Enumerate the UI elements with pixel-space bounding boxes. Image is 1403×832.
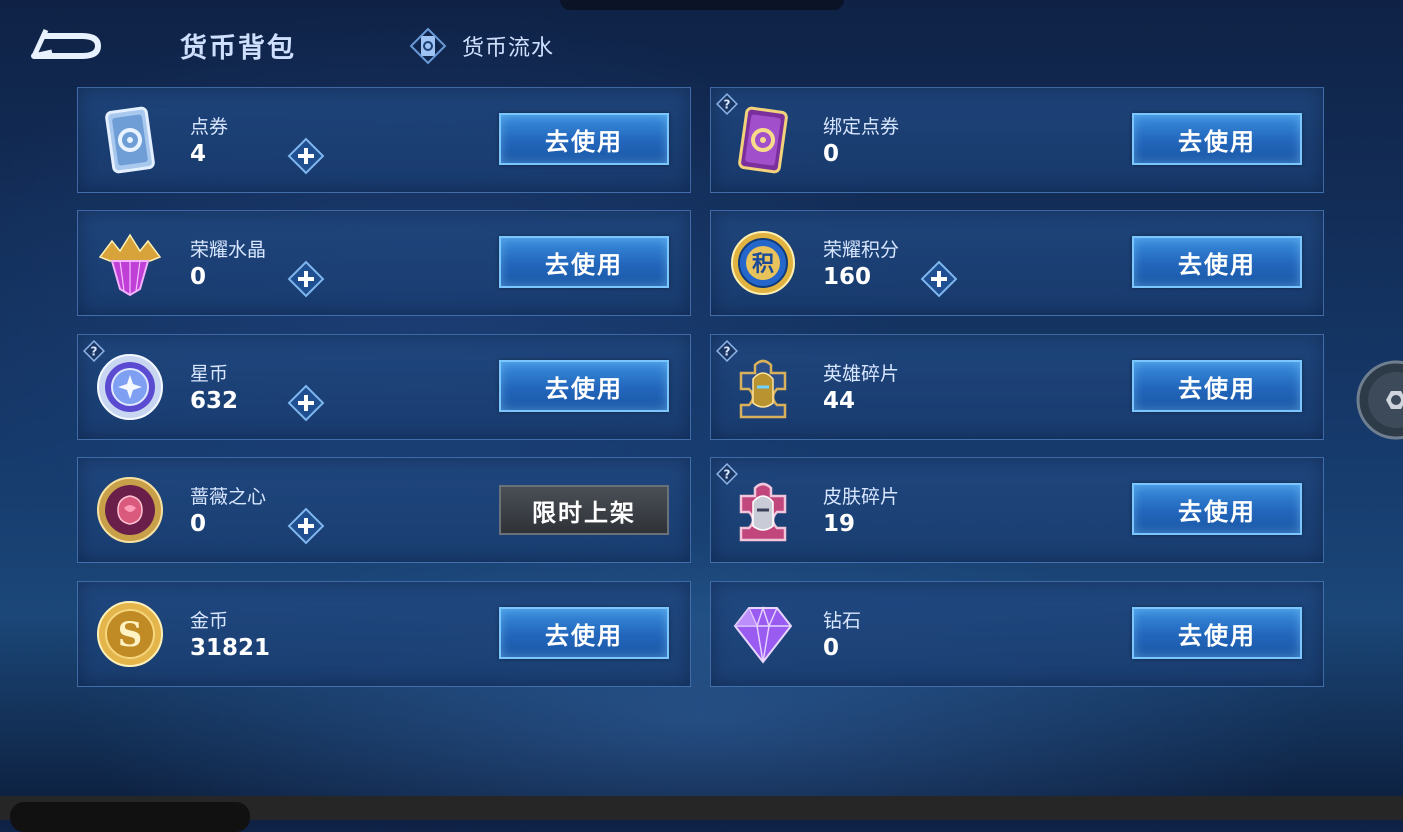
currency-card-glory-crystal: 荣耀水晶 0 去使用 <box>77 210 691 316</box>
currency-amount: 0 <box>823 635 840 661</box>
currency-name: 皮肤碎片 <box>823 486 900 508</box>
svg-text:积: 积 <box>752 252 774 277</box>
back-button[interactable] <box>26 22 106 66</box>
use-button[interactable]: 去使用 <box>1132 360 1302 412</box>
use-button[interactable]: 去使用 <box>499 607 669 659</box>
currency-flow-label: 货币流水 <box>462 36 555 61</box>
diamond-icon <box>733 605 793 664</box>
currency-amount: 0 <box>190 511 207 537</box>
gold-coin-icon: S <box>97 601 163 667</box>
rose-heart-icon <box>97 477 163 543</box>
add-coupon-button[interactable] <box>286 136 326 176</box>
currency-amount: 19 <box>823 511 856 537</box>
svg-text:S: S <box>118 615 143 655</box>
add-crystal-button[interactable] <box>286 259 326 299</box>
use-button[interactable]: 去使用 <box>1132 607 1302 659</box>
currency-name: 英雄碎片 <box>823 363 900 385</box>
currency-card-hero-shard: ? 英雄碎片 44 去使用 <box>710 334 1324 440</box>
glory-points-icon: 积 <box>731 231 795 295</box>
glory-crystal-icon <box>98 233 162 297</box>
use-button[interactable]: 去使用 <box>499 113 669 165</box>
hero-shard-icon <box>739 359 787 419</box>
currency-name: 金币 <box>190 610 229 632</box>
use-button[interactable]: 去使用 <box>1132 236 1302 288</box>
currency-name: 蔷薇之心 <box>190 486 267 508</box>
currency-card-diamond: 钻石 0 去使用 <box>710 581 1324 687</box>
currency-flow-link[interactable]: 货币流水 <box>408 26 554 66</box>
currency-card-rose-heart: 蔷薇之心 0 限时上架 <box>77 457 691 563</box>
currency-card-gold-coin: S 金币 31821 去使用 <box>77 581 691 687</box>
card-diamond-icon <box>409 27 447 65</box>
currency-card-skin-shard: ? 皮肤碎片 19 去使用 <box>710 457 1324 563</box>
star-coin-icon <box>97 354 163 420</box>
currency-name: 绑定点券 <box>823 116 900 138</box>
currency-name: 星币 <box>190 363 229 385</box>
use-button[interactable]: 去使用 <box>1132 483 1302 535</box>
currency-card-glory-points: 积 荣耀积分 160 去使用 <box>710 210 1324 316</box>
currency-amount: 0 <box>190 264 207 290</box>
currency-amount: 160 <box>823 264 872 290</box>
currency-amount: 44 <box>823 388 856 414</box>
use-button[interactable]: 去使用 <box>499 236 669 288</box>
use-button[interactable]: 去使用 <box>1132 113 1302 165</box>
skin-shard-icon <box>739 482 787 542</box>
currency-amount: 632 <box>190 388 239 414</box>
coupon-card-icon <box>105 106 155 174</box>
currency-amount: 31821 <box>190 635 271 661</box>
use-button[interactable]: 去使用 <box>499 360 669 412</box>
add-rose-heart-button[interactable] <box>286 506 326 546</box>
currency-name: 点券 <box>190 116 229 138</box>
back-arrow-icon <box>31 28 102 59</box>
limited-release-badge: 限时上架 <box>499 485 669 535</box>
add-points-button[interactable] <box>919 259 959 299</box>
currency-card-star-coin: ? 星币 632 去使用 <box>77 334 691 440</box>
currency-name: 钻石 <box>823 610 862 632</box>
bottom-status-pill <box>10 802 250 832</box>
bound-coupon-card-icon <box>738 106 788 174</box>
floating-menu-handle[interactable] <box>1356 360 1403 440</box>
currency-amount: 4 <box>190 141 207 167</box>
currency-amount: 0 <box>823 141 840 167</box>
page-title: 货币背包 <box>180 33 296 64</box>
currency-name: 荣耀积分 <box>823 239 900 261</box>
screen-notch <box>560 0 844 10</box>
add-star-coin-button[interactable] <box>286 383 326 423</box>
currency-card-coupon: 点券 4 去使用 <box>77 87 691 193</box>
currency-card-bound-coupon: ? 绑定点券 0 去使用 <box>710 87 1324 193</box>
currency-name: 荣耀水晶 <box>190 239 267 261</box>
